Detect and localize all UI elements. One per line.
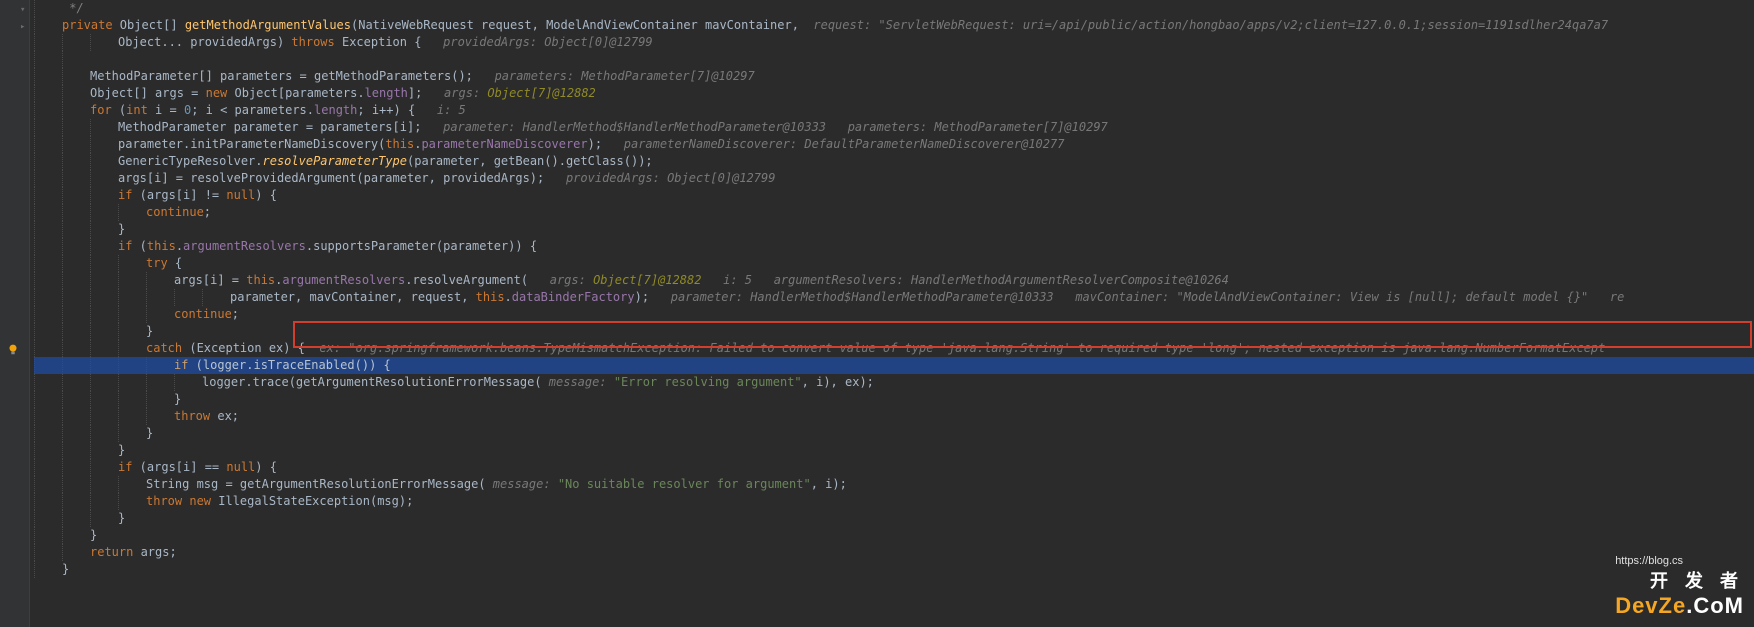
code-line: MethodParameter[] parameters = getMethod… [34,68,1754,85]
code-line: if (args[i] == null) { [34,459,1754,476]
code-line: throw new IllegalStateException(msg); [34,493,1754,510]
intention-bulb-icon[interactable] [6,342,20,359]
code-line: continue; [34,306,1754,323]
code-line: logger.trace(getArgumentResolutionErrorM… [34,374,1754,391]
code-line: String msg = getArgumentResolutionErrorM… [34,476,1754,493]
code-line: } [34,221,1754,238]
code-line: } [34,527,1754,544]
code-line: parameter.initParameterNameDiscovery(thi… [34,136,1754,153]
code-line: } [34,323,1754,340]
code-line: catch (Exception ex) { ex: "org.springfr… [34,340,1754,357]
code-line: } [34,510,1754,527]
code-line: return args; [34,544,1754,561]
watermark: https://blog.cs 开 发 者 DevZe.CoM [1615,555,1744,619]
code-line-current: if (logger.isTraceEnabled()) { [34,357,1754,374]
code-line: args[i] = this.argumentResolvers.resolve… [34,272,1754,289]
editor-gutter[interactable]: ▾ ▸ [0,0,30,627]
code-line: throw ex; [34,408,1754,425]
code-line: if (this.argumentResolvers.supportsParam… [34,238,1754,255]
code-line: */ [34,0,1754,17]
code-line: parameter, mavContainer, request, this.d… [34,289,1754,306]
code-line: continue; [34,204,1754,221]
code-line: } [34,425,1754,442]
code-line: Object[] args = new Object[parameters.le… [34,85,1754,102]
code-line: private Object[] getMethodArgumentValues… [34,17,1754,34]
code-line: args[i] = resolveProvidedArgument(parame… [34,170,1754,187]
code-line: Object... providedArgs) throws Exception… [34,34,1754,51]
code-line: GenericTypeResolver.resolveParameterType… [34,153,1754,170]
code-line: } [34,561,1754,578]
code-line: } [34,391,1754,408]
code-line [34,51,1754,68]
code-editor[interactable]: */ private Object[] getMethodArgumentVal… [30,0,1754,627]
code-line: if (args[i] != null) { [34,187,1754,204]
code-line: } [34,442,1754,459]
code-line: MethodParameter parameter = parameters[i… [34,119,1754,136]
code-line: try { [34,255,1754,272]
code-line: for (int i = 0; i < parameters.length; i… [34,102,1754,119]
